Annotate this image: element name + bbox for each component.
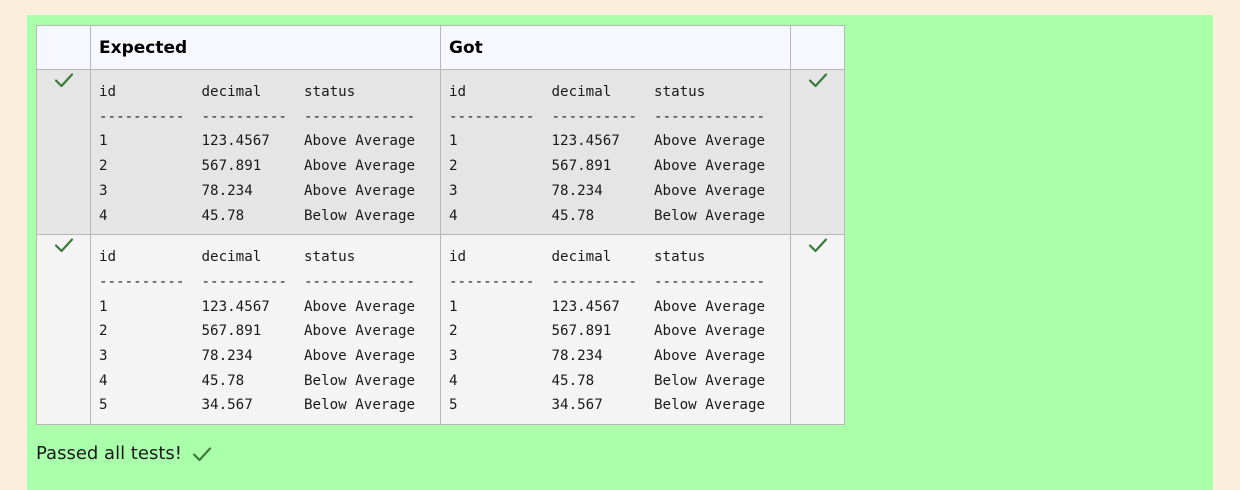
check-icon	[808, 70, 828, 90]
row-status-right	[790, 68, 845, 236]
check-icon	[192, 444, 212, 464]
expected-output: id decimal status ---------- ---------- …	[99, 84, 416, 224]
expected-output-cell: id decimal status ---------- ---------- …	[90, 68, 441, 236]
summary-line: Passed all tests!	[36, 443, 212, 464]
row-status-left	[36, 234, 91, 426]
check-icon	[54, 70, 74, 90]
check-icon	[808, 235, 828, 255]
row-status-left	[36, 68, 91, 236]
got-output: id decimal status ---------- ---------- …	[449, 249, 766, 414]
header-mark-right	[790, 25, 845, 70]
check-icon	[54, 235, 74, 255]
summary-text: Passed all tests!	[36, 443, 182, 464]
test-results-panel: Expected Got id decimal status ---------…	[27, 15, 1213, 490]
header-expected: Expected	[90, 25, 441, 70]
expected-output-cell: id decimal status ---------- ---------- …	[90, 234, 441, 426]
header-mark-left	[36, 25, 91, 70]
got-output-cell: id decimal status ---------- ---------- …	[440, 68, 791, 236]
row-status-right	[790, 234, 845, 426]
table-row: id decimal status ---------- ---------- …	[36, 68, 845, 236]
table-header-row: Expected Got	[36, 25, 845, 70]
results-table: Expected Got id decimal status ---------…	[36, 25, 845, 426]
header-got: Got	[440, 25, 791, 70]
expected-output: id decimal status ---------- ---------- …	[99, 249, 416, 414]
got-output: id decimal status ---------- ---------- …	[449, 84, 766, 224]
got-output-cell: id decimal status ---------- ---------- …	[440, 234, 791, 426]
table-row: id decimal status ---------- ---------- …	[36, 234, 845, 426]
